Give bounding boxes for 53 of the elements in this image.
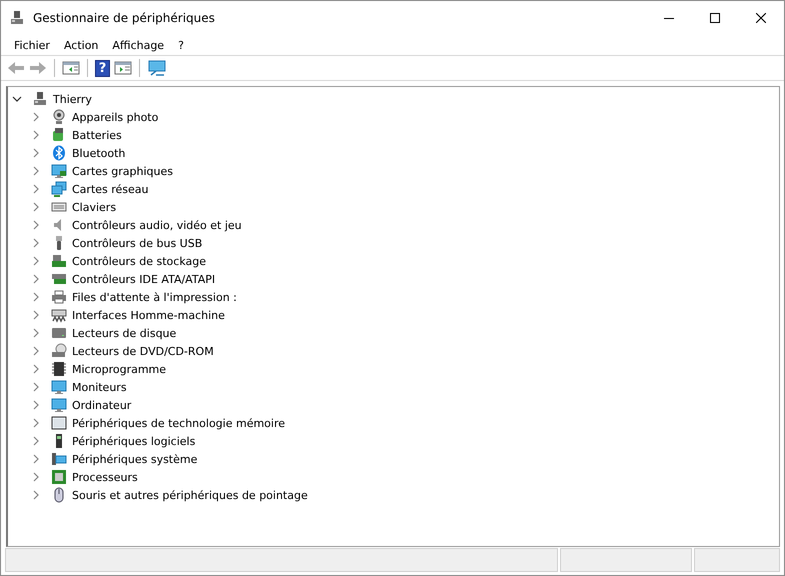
tree-item[interactable]: Contrôleurs audio, vidéo et jeu [72, 218, 242, 232]
chevron-icon[interactable] [12, 94, 22, 104]
computer-icon [9, 10, 25, 26]
card-icon [51, 271, 67, 287]
drive-icon [51, 325, 67, 341]
tree-item[interactable]: Lecteurs de DVD/CD-ROM [72, 344, 214, 358]
tree-item[interactable]: Bluetooth [72, 146, 126, 160]
tree-item[interactable]: Souris et autres périphériques de pointage [72, 488, 308, 502]
monitor-icon [51, 379, 67, 395]
network-icon [51, 181, 67, 197]
tree-item[interactable]: Périphériques de technologie mémoire [72, 416, 286, 430]
tree-item[interactable]: Périphériques système [72, 452, 198, 466]
tree-item[interactable]: Moniteurs [72, 380, 127, 394]
tree-item[interactable]: Périphériques logiciels [72, 434, 196, 448]
tree-item[interactable]: Batteries [72, 128, 122, 142]
help-button[interactable]: ? [95, 60, 110, 76]
tree-item[interactable]: Thierry [53, 92, 92, 106]
printer-icon [51, 289, 67, 305]
processor-icon [51, 469, 67, 485]
memory-card-icon [51, 415, 67, 431]
action-pane-icon[interactable] [114, 60, 132, 76]
tree-item[interactable]: Processeurs [72, 470, 138, 484]
menu-item[interactable]: Fichier [7, 38, 57, 52]
menu-item[interactable]: Action [56, 38, 106, 52]
monitor-scan-icon[interactable] [147, 60, 167, 76]
console-tree-icon[interactable] [62, 60, 80, 76]
tree-item[interactable]: Appareils photo [72, 110, 158, 124]
monitor-icon [51, 163, 67, 179]
tree-item[interactable]: Files d'attente à l'impression : [72, 290, 237, 304]
tree-item[interactable]: Contrôleurs de stockage [72, 254, 206, 268]
menu-item[interactable]: Affichage [105, 38, 172, 52]
computer-icon [32, 91, 48, 107]
chip-icon [51, 361, 67, 377]
tree-item[interactable]: Ordinateur [72, 398, 132, 412]
bluetooth-icon [51, 145, 67, 161]
menu-item[interactable]: ? [171, 38, 191, 52]
tree-item[interactable]: Cartes graphiques [72, 164, 173, 178]
system-icon [51, 451, 67, 467]
tree-item[interactable]: Interfaces Homme-machine [72, 308, 225, 322]
window-title: Gestionnaire de périphériques [33, 11, 215, 25]
storage-icon [51, 253, 67, 269]
tree-item[interactable]: Microprogramme [72, 362, 166, 376]
maximize-icon[interactable] [710, 13, 720, 23]
webcam-icon [51, 109, 67, 125]
tree-item[interactable]: Contrôleurs IDE ATA/ATAPI [72, 272, 216, 286]
monitor-icon [51, 397, 67, 413]
disc-drive-icon [51, 343, 67, 359]
tree-item[interactable]: Cartes réseau [72, 182, 149, 196]
close-icon[interactable] [756, 13, 766, 23]
tree-item[interactable]: Lecteurs de disque [72, 326, 176, 340]
tree-item[interactable]: Claviers [72, 200, 116, 214]
keyboard-device-icon [51, 307, 67, 323]
tree-item[interactable]: Contrôleurs de bus USB [72, 236, 202, 250]
